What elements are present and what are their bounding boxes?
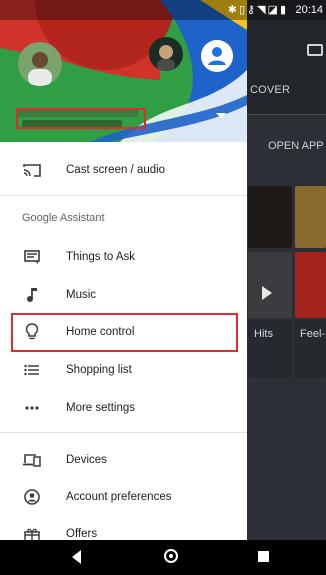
navigation-bar [0, 540, 326, 575]
drawer-item-label: Shopping list [66, 364, 132, 376]
drawer-item-label: Music [66, 289, 97, 301]
divider [0, 432, 247, 433]
album-tile [248, 252, 292, 318]
drawer-item-music[interactable]: Music [0, 276, 247, 314]
home-icon[interactable] [164, 549, 178, 563]
drawer-item-label: Cast screen / audio [66, 164, 166, 176]
drawer-item-shopping-list[interactable]: Shopping list [0, 351, 247, 389]
more-dots-icon [22, 398, 42, 418]
album-tile [295, 186, 326, 248]
drawer-item-cast-screen[interactable]: Cast screen / audio [0, 151, 247, 189]
battery-icon: ▮ [279, 4, 288, 16]
chevron-down-icon[interactable] [216, 113, 226, 118]
cast-icon [22, 160, 42, 180]
playlist-label: Hits [254, 328, 273, 340]
drawer-item-label: Account preferences [66, 491, 172, 503]
avatar[interactable] [149, 37, 183, 71]
divider [0, 195, 247, 196]
bluetooth-icon: ✱ [227, 4, 239, 16]
back-icon[interactable] [72, 550, 81, 564]
open-app-button: OPEN APP [268, 140, 324, 152]
status-icons: ✱▯⚷◥◪▮ [228, 3, 288, 16]
status-bar: ✱▯⚷◥◪▮ 20:14 [0, 0, 326, 20]
drawer-item-offers[interactable]: Offers [0, 515, 247, 540]
devices-icon [22, 450, 42, 470]
vibrate-icon: ▯ [238, 4, 247, 16]
cast-icon [307, 44, 323, 56]
drawer-item-label: Devices [66, 454, 107, 466]
account-circle-icon[interactable] [201, 40, 233, 72]
list-icon [22, 360, 42, 380]
no-sim-icon: ◪ [267, 4, 280, 16]
drawer-item-account-preferences[interactable]: Account preferences [0, 478, 247, 516]
chat-list-icon [22, 247, 42, 267]
highlight-box [11, 313, 238, 352]
drawer-item-more-settings[interactable]: More settings [0, 389, 247, 427]
album-tile [248, 186, 292, 248]
playlist-label: Feel- [300, 328, 326, 340]
background-tab-label: COVER [250, 84, 291, 96]
section-title: Google Assistant [22, 212, 105, 224]
avatar[interactable] [18, 42, 62, 86]
drawer-item-label: Things to Ask [66, 251, 136, 263]
drawer-item-label: More settings [66, 402, 136, 414]
account-circle-icon [22, 487, 42, 507]
vpn-key-icon: ⚷ [247, 4, 258, 16]
drawer-item-label: Offers [66, 528, 98, 540]
recent-apps-icon[interactable] [258, 551, 269, 562]
highlight-box [16, 108, 146, 129]
wifi-icon: ◥ [257, 4, 268, 16]
drawer-item-things-to-ask[interactable]: Things to Ask [0, 238, 247, 276]
status-time: 20:14 [295, 4, 323, 16]
drawer-item-devices[interactable]: Devices [0, 441, 247, 479]
album-tile [295, 252, 326, 318]
account-header [0, 0, 247, 142]
play-icon [262, 286, 272, 300]
music-note-icon [22, 285, 42, 305]
divider [247, 114, 326, 115]
gift-icon [22, 524, 42, 540]
navigation-drawer: Cast screen / audio Google Assistant Thi… [0, 0, 247, 540]
